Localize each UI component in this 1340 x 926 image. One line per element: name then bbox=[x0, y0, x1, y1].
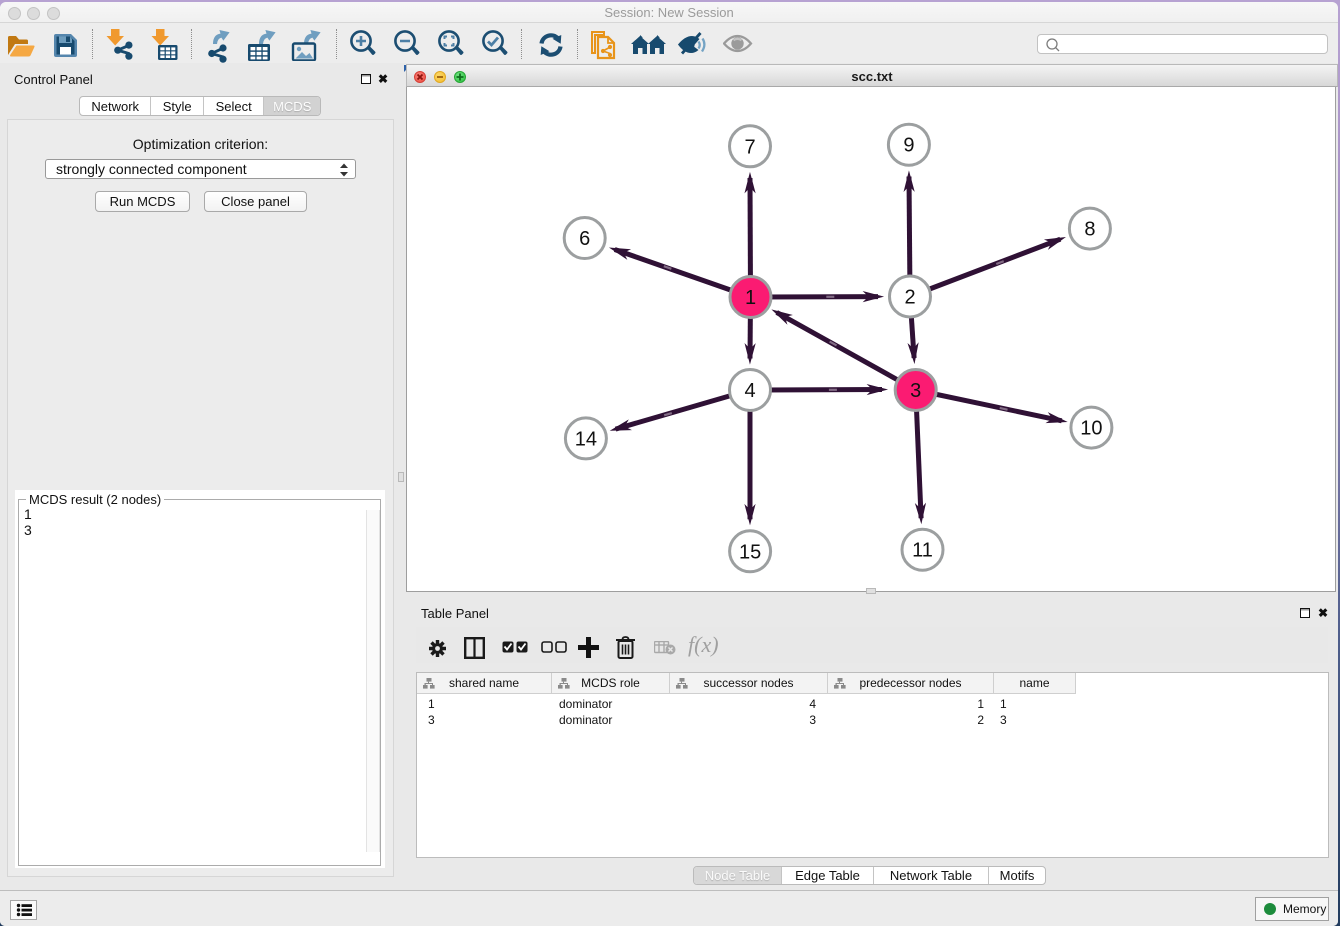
svg-text:4: 4 bbox=[744, 380, 755, 402]
svg-text:15: 15 bbox=[739, 541, 761, 563]
svg-text:11: 11 bbox=[912, 540, 933, 562]
svg-text:3: 3 bbox=[910, 380, 921, 402]
svg-text:6: 6 bbox=[579, 228, 590, 250]
svg-text:1: 1 bbox=[745, 287, 756, 309]
svg-text:10: 10 bbox=[1080, 418, 1102, 440]
svg-text:14: 14 bbox=[575, 428, 597, 450]
svg-text:8: 8 bbox=[1084, 219, 1095, 241]
svg-text:9: 9 bbox=[903, 135, 914, 157]
svg-text:2: 2 bbox=[904, 287, 915, 309]
svg-text:7: 7 bbox=[744, 136, 755, 158]
